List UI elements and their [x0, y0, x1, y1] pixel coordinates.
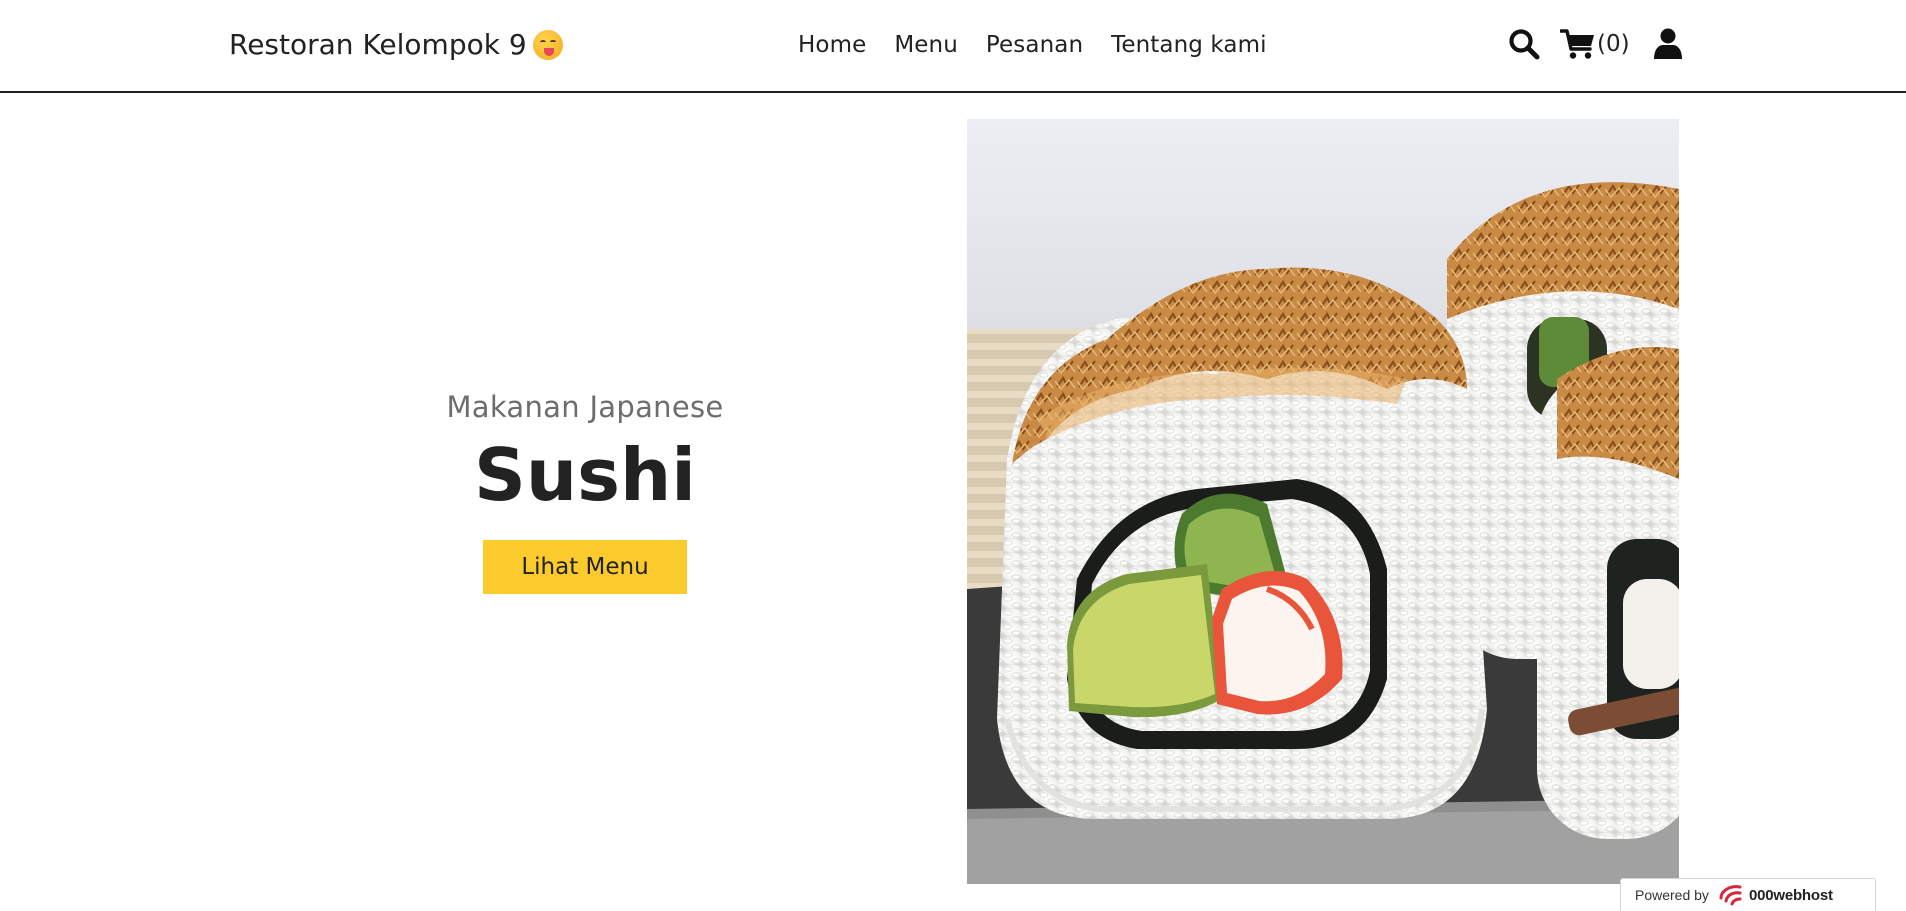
- nav-link-pesanan[interactable]: Pesanan: [986, 32, 1083, 58]
- cart-button[interactable]: (0): [1560, 28, 1630, 60]
- face-savoring-food-icon: [532, 29, 563, 60]
- nav-actions: (0): [1508, 28, 1682, 60]
- cart-icon: [1560, 29, 1594, 59]
- navbar: Restoran Kelompok 9 Home Menu Pesanan Te…: [0, 0, 1906, 93]
- view-menu-button[interactable]: Lihat Menu: [483, 539, 687, 594]
- nav-link-home[interactable]: Home: [798, 32, 866, 58]
- host-name: 000webhost: [1748, 886, 1833, 904]
- powered-by-label: Powered by: [1635, 887, 1709, 903]
- brand-logo-link[interactable]: Restoran Kelompok 9: [229, 28, 563, 61]
- nav-link-tentang-kami[interactable]: Tentang kami: [1111, 32, 1266, 58]
- brand-name: Restoran Kelompok 9: [229, 28, 527, 61]
- hero-sushi-image: [967, 119, 1679, 884]
- host-badge[interactable]: Powered by 000webhost: [1620, 878, 1876, 911]
- hero-text-block: Makanan Japanese Sushi Lihat Menu: [385, 390, 785, 594]
- hero-subtitle: Makanan Japanese: [446, 390, 724, 424]
- sushi-illustration: [967, 119, 1679, 884]
- user-account-button[interactable]: [1653, 28, 1682, 60]
- nav-link-menu[interactable]: Menu: [894, 32, 958, 58]
- search-icon: [1509, 29, 1540, 60]
- main-nav: Home Menu Pesanan Tentang kami: [798, 32, 1267, 58]
- cart-count: (0): [1597, 31, 1630, 57]
- webhost-logo-icon: [1719, 885, 1742, 906]
- hero-title: Sushi: [474, 433, 696, 517]
- search-button[interactable]: [1508, 28, 1540, 60]
- user-icon: [1653, 28, 1682, 59]
